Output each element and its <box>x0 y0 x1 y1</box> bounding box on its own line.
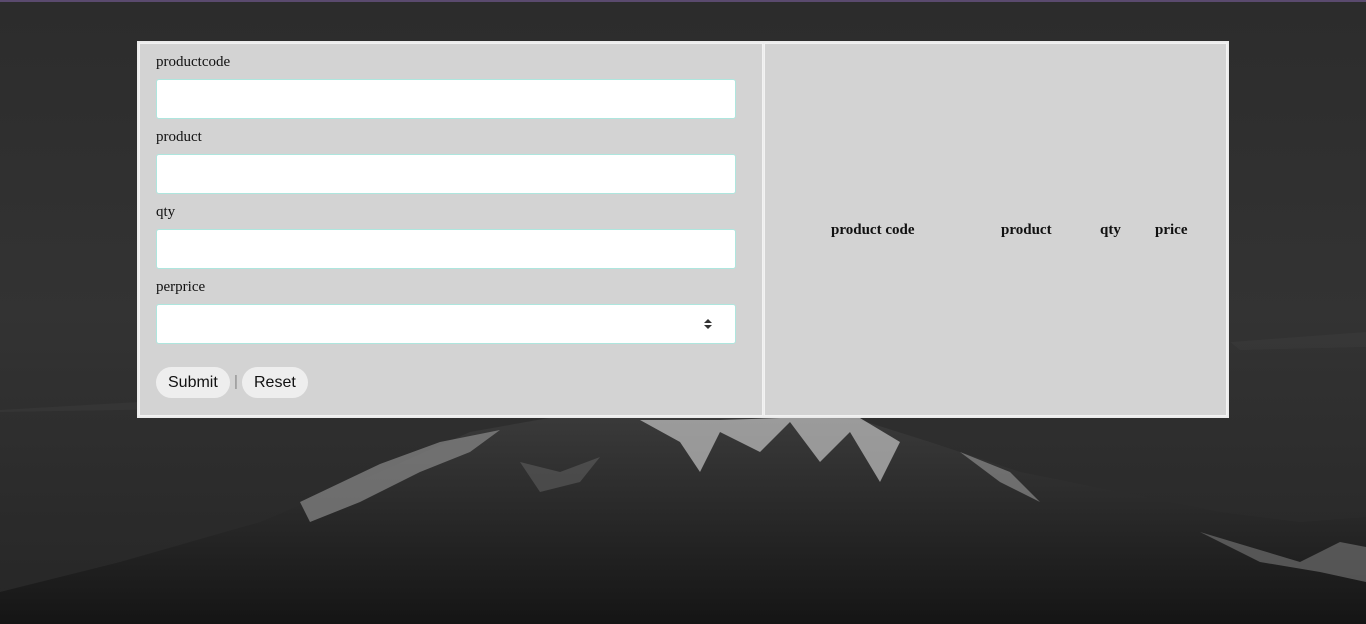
perprice-number-input[interactable] <box>156 304 736 344</box>
main-panel: productcode product qty perprice Submit … <box>137 41 1229 418</box>
product-label: product <box>156 129 202 145</box>
table-header-qty: qty <box>1100 222 1121 238</box>
table-header-product-code: product code <box>831 222 915 238</box>
products-table: product code product qty price <box>764 43 1227 416</box>
product-input[interactable] <box>156 154 736 194</box>
product-form: productcode product qty perprice Submit … <box>139 43 763 416</box>
qty-label: qty <box>156 204 176 220</box>
table-header-product: product <box>1001 222 1052 238</box>
productcode-label: productcode <box>156 54 231 70</box>
table-header-price: price <box>1155 222 1188 238</box>
reset-button[interactable]: Reset <box>242 367 308 398</box>
productcode-input[interactable] <box>156 79 736 119</box>
button-separator: | <box>234 373 238 390</box>
spinner-arrows-icon[interactable] <box>703 318 713 330</box>
qty-input[interactable] <box>156 229 736 269</box>
submit-button[interactable]: Submit <box>156 367 230 398</box>
perprice-label: perprice <box>156 279 206 295</box>
